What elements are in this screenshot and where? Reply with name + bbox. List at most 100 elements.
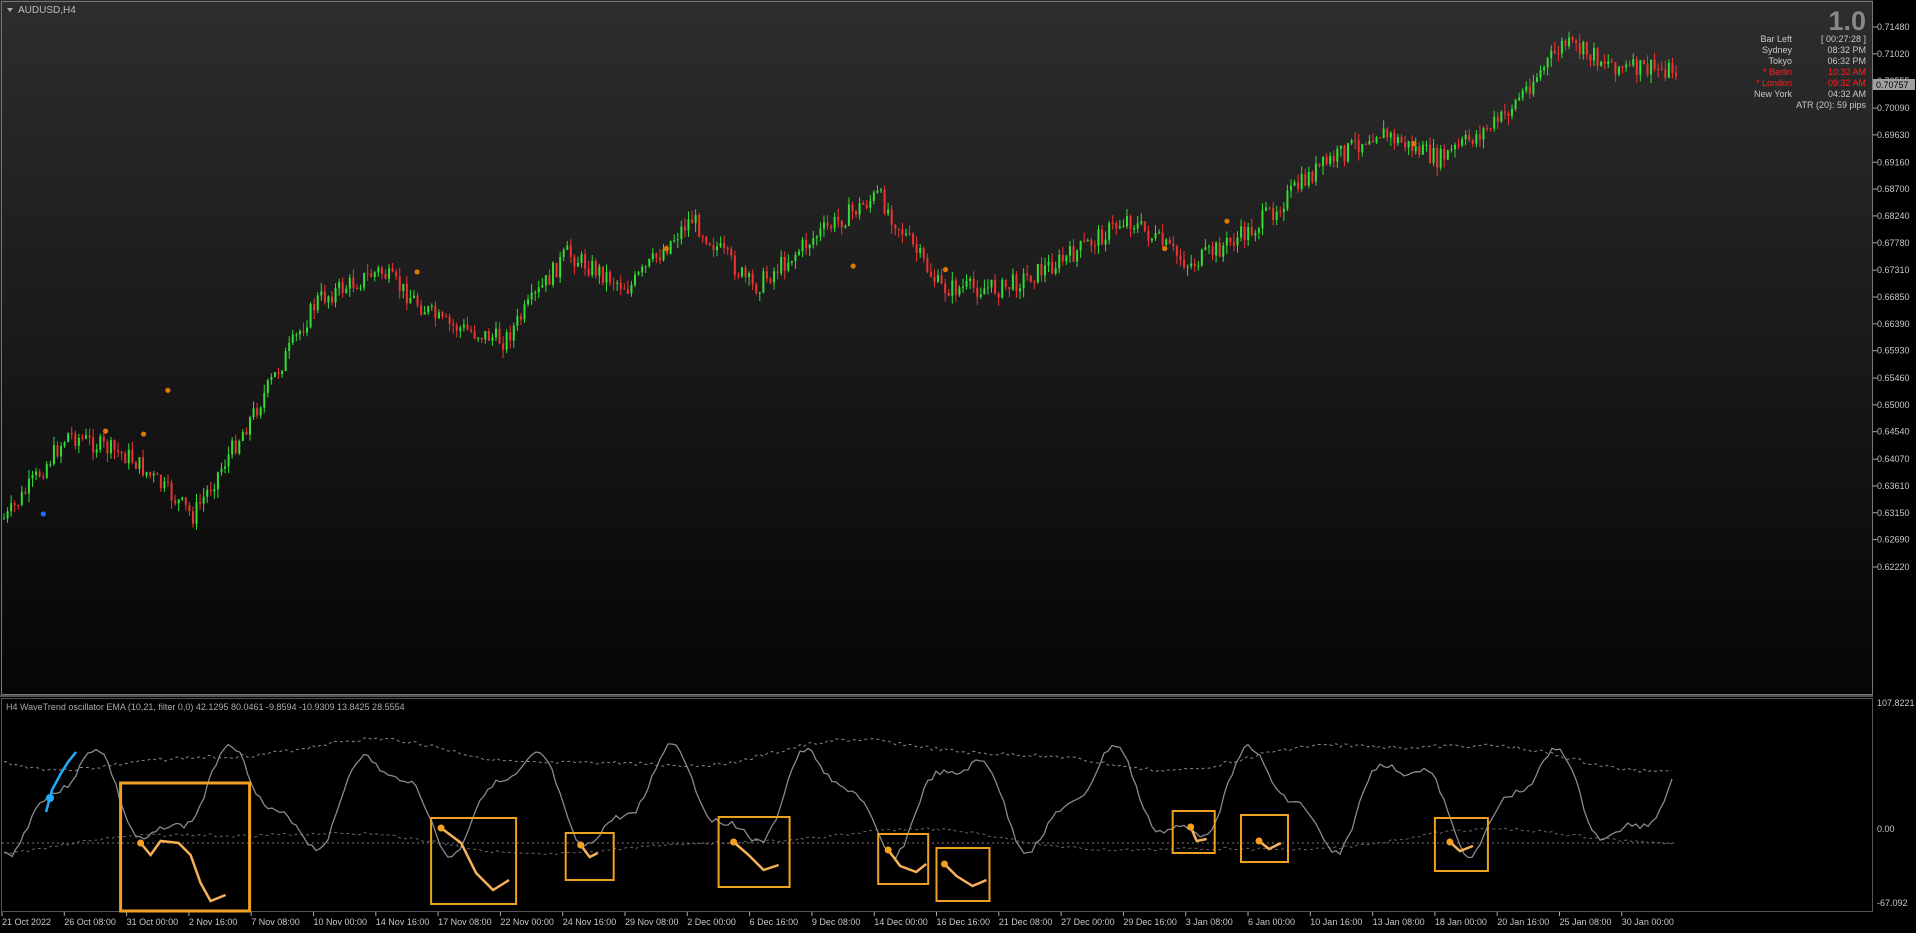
candle-body bbox=[1179, 255, 1182, 260]
candle-body bbox=[142, 457, 145, 476]
candle-body bbox=[1190, 263, 1193, 267]
candle-body bbox=[1282, 208, 1285, 212]
candle-body bbox=[434, 305, 437, 319]
candle-body bbox=[798, 251, 801, 255]
candle-body bbox=[1232, 241, 1235, 246]
candle-body bbox=[391, 268, 394, 272]
candle-body bbox=[209, 489, 212, 492]
candle-body bbox=[1518, 97, 1521, 100]
candle-body bbox=[1297, 182, 1300, 189]
candle-body bbox=[716, 246, 719, 251]
candle-body bbox=[662, 249, 665, 261]
price-axis[interactable]: 0.714800.710200.705550.700900.696300.691… bbox=[1873, 22, 1910, 572]
candle-body bbox=[1453, 144, 1456, 150]
candle-body bbox=[1143, 221, 1146, 231]
candle-body bbox=[1175, 246, 1178, 256]
candle-body bbox=[1161, 232, 1164, 246]
signal-dot bbox=[663, 245, 669, 252]
candle-body bbox=[248, 417, 251, 435]
candle-body bbox=[1603, 61, 1606, 65]
candle-body bbox=[1140, 221, 1143, 224]
candle-body bbox=[352, 277, 355, 289]
candle-body bbox=[216, 472, 219, 490]
candle-body bbox=[805, 239, 808, 249]
candle-body bbox=[109, 440, 112, 454]
candle-body bbox=[1375, 137, 1378, 143]
candle-body bbox=[1286, 190, 1289, 209]
candle-body bbox=[937, 275, 940, 282]
candle-body bbox=[338, 282, 341, 289]
session-label: * Berlin bbox=[1763, 67, 1792, 77]
candle-body bbox=[1086, 240, 1089, 242]
candle-body bbox=[1546, 58, 1549, 68]
candle-body bbox=[277, 372, 280, 375]
candle-body bbox=[159, 475, 162, 489]
candle-body bbox=[830, 226, 833, 229]
candle-body bbox=[1061, 254, 1064, 262]
candle-body bbox=[698, 215, 701, 237]
candle-body bbox=[330, 296, 333, 303]
candle-body bbox=[872, 192, 875, 201]
time-axis-label: 26 Oct 08:00 bbox=[64, 917, 116, 927]
main-price-pane[interactable] bbox=[0, 0, 1873, 695]
candle-body bbox=[1222, 245, 1225, 257]
candle-body bbox=[1093, 245, 1096, 247]
candle-body bbox=[1186, 266, 1189, 268]
candle-body bbox=[199, 502, 202, 504]
candle-body bbox=[334, 288, 337, 303]
candle-body bbox=[81, 437, 84, 439]
trading-chart-window[interactable]: AUDUSD,H4 1.0 Bar Left [ 00:27:28 ] Sydney… bbox=[0, 0, 1916, 933]
candle-body bbox=[316, 295, 319, 311]
session-time: [ 00:27:28 ] bbox=[1821, 34, 1866, 44]
candle-body bbox=[876, 190, 879, 193]
candle-body bbox=[1350, 140, 1353, 144]
candle-body bbox=[452, 323, 455, 326]
candle-body bbox=[1289, 185, 1292, 191]
signal-dot bbox=[414, 269, 420, 275]
candle-body bbox=[954, 280, 957, 295]
candle-body bbox=[412, 295, 415, 298]
candle-body bbox=[1150, 238, 1153, 241]
price-axis-label: 0.68700 bbox=[1877, 184, 1910, 194]
candle-body bbox=[366, 272, 369, 274]
time-axis-label: 9 Dec 08:00 bbox=[812, 917, 861, 927]
candle-body bbox=[1382, 128, 1385, 139]
candle-body bbox=[751, 273, 754, 285]
candle-body bbox=[1514, 99, 1517, 109]
candle-body bbox=[145, 472, 148, 476]
candle-body bbox=[1051, 262, 1054, 274]
candle-body bbox=[901, 229, 904, 235]
candle-body bbox=[67, 433, 70, 443]
candle-body bbox=[915, 244, 918, 253]
candle-body bbox=[1568, 37, 1571, 47]
candle-body bbox=[1607, 61, 1610, 65]
candle-body bbox=[1168, 239, 1171, 244]
candle-body bbox=[56, 445, 59, 457]
candle-body bbox=[63, 442, 66, 446]
time-axis-label: 13 Jan 08:00 bbox=[1373, 917, 1425, 927]
candle-body bbox=[969, 278, 972, 282]
candle-body bbox=[355, 288, 358, 290]
candle-body bbox=[748, 273, 751, 278]
candle-body bbox=[555, 262, 558, 278]
candle-body bbox=[1371, 140, 1374, 143]
candle-body bbox=[1468, 134, 1471, 141]
candle-body bbox=[1511, 108, 1514, 116]
candle-body bbox=[1368, 140, 1371, 145]
candle-body bbox=[512, 325, 515, 341]
candle-body bbox=[1019, 288, 1022, 292]
price-axis-label: 0.66850 bbox=[1877, 292, 1910, 302]
candle-body bbox=[220, 468, 223, 473]
candle-body bbox=[623, 288, 626, 290]
candle-body bbox=[691, 219, 694, 224]
candle-body bbox=[20, 491, 23, 506]
candle-body bbox=[1272, 207, 1275, 220]
candle-body bbox=[1521, 90, 1524, 98]
candle-body bbox=[844, 225, 847, 228]
candle-body bbox=[605, 271, 608, 283]
time-axis-label: 2 Nov 16:00 bbox=[189, 917, 238, 927]
candle-body bbox=[1125, 216, 1128, 227]
candle-body bbox=[494, 328, 497, 338]
candle-body bbox=[723, 243, 726, 248]
candle-body bbox=[737, 275, 740, 277]
